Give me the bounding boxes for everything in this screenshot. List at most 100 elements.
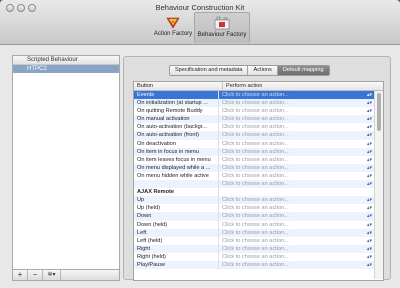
toolbar-behaviour-factory[interactable]: Behaviour Factory <box>194 12 250 43</box>
action-select-label: Click to choose an action... <box>222 100 289 107</box>
dropdown-arrows-icon: ▴▾ <box>366 108 372 115</box>
table-row[interactable]: Play/Pause Click to choose an action... ▴▾ <box>134 260 374 270</box>
remove-behaviour-button[interactable]: − <box>28 270 43 280</box>
action-select-label: Click to choose an action... <box>222 92 289 98</box>
button-name-cell: Play/Pause <box>134 260 219 270</box>
table-header: Button Perform action <box>134 82 383 91</box>
table-row[interactable]: On auto-activation (backgr... Click to ch… <box>134 123 374 132</box>
add-behaviour-button[interactable]: + <box>13 270 28 280</box>
action-select[interactable]: Click to choose an action... ▴▾ <box>219 91 374 99</box>
dropdown-arrows-icon: ▴▾ <box>366 213 372 220</box>
table-row[interactable]: On auto-activation (front) Click to choos… <box>134 131 374 140</box>
dropdown-arrows-icon: ▴▾ <box>366 132 372 139</box>
action-select-label: Click to choose an action... <box>222 140 289 147</box>
table-scrollbar[interactable] <box>374 91 383 279</box>
table-row[interactable]: Click to choose an action... ▴▾ <box>134 180 374 189</box>
table-row[interactable]: Right (held) Click to choose an action...… <box>134 252 374 261</box>
table-row[interactable]: On item in focus in menu Click to choose … <box>134 147 374 156</box>
button-name-cell: On initialization (at startup ... <box>134 99 219 108</box>
table-row[interactable]: Left (held) Click to choose an action... ▴… <box>134 236 374 245</box>
action-select[interactable]: Click to choose an action... ▴▾ <box>219 253 374 261</box>
behaviour-list-item[interactable]: HTPC2 <box>13 65 119 73</box>
dropdown-arrows-icon: ▴▾ <box>366 140 372 147</box>
mapping-table: Button Perform action Events Click to cho… <box>133 81 384 281</box>
dropdown-arrows-icon: ▴▾ <box>366 237 372 244</box>
action-select-label: Click to choose an action... <box>222 205 289 212</box>
button-name-cell: Up (held) <box>134 204 219 213</box>
action-select[interactable]: Click to choose an action... ▴▾ <box>219 245 374 253</box>
table-row[interactable]: Down (held) Click to choose an action... ▴… <box>134 220 374 229</box>
action-select[interactable]: Click to choose an action... ▴▾ <box>219 123 374 131</box>
table-row[interactable]: On deactivation Click to choose an action… <box>134 139 374 148</box>
table-row[interactable]: Up (held) Click to choose an action... ▴▾ <box>134 204 374 213</box>
table-row[interactable]: Right Click to choose an action... ▴▾ <box>134 244 374 253</box>
action-select[interactable]: Click to choose an action... ▴▾ <box>219 140 374 148</box>
action-select[interactable]: Click to choose an action... ▴▾ <box>219 212 374 220</box>
action-select-label: Click to choose an action... <box>222 221 289 228</box>
toolbar-behaviour-factory-label: Behaviour Factory <box>197 32 247 38</box>
dropdown-arrows-icon: ▴▾ <box>366 172 372 179</box>
table-row[interactable]: Events Click to choose an action... ▴▾ <box>134 91 374 100</box>
action-select-label: Click to choose an action... <box>222 213 289 220</box>
table-row[interactable]: Up Click to choose an action... ▴▾ <box>134 196 374 205</box>
dropdown-arrows-icon: ▴▾ <box>366 221 372 228</box>
button-name-cell: Left <box>134 228 219 237</box>
behaviour-factory-icon <box>214 16 230 30</box>
action-select-label: Click to choose an action... <box>222 245 289 252</box>
dropdown-arrows-icon: ▴▾ <box>366 181 372 188</box>
dropdown-arrows-icon: ▴▾ <box>366 197 372 204</box>
settings-menu-button[interactable]: ✲▾ <box>43 270 61 280</box>
action-select[interactable]: Click to choose an action... ▴▾ <box>219 131 374 139</box>
dropdown-arrows-icon: ▴▾ <box>366 229 372 236</box>
action-select[interactable]: Click to choose an action... ▴▾ <box>219 164 374 172</box>
button-name-cell: On menu displayed while a ... <box>134 163 219 172</box>
scrollbar-thumb[interactable] <box>377 93 381 131</box>
action-select[interactable]: Click to choose an action... ▴▾ <box>219 107 374 115</box>
action-select[interactable]: Click to choose an action... ▴▾ <box>219 261 374 269</box>
button-name-cell: Up <box>134 196 219 205</box>
dropdown-arrows-icon: ▴▾ <box>366 205 372 212</box>
button-name-cell: Left (held) <box>134 236 219 245</box>
dropdown-arrows-icon: ▴▾ <box>366 116 372 123</box>
table-row[interactable]: AJAX Remote <box>134 188 374 197</box>
table-row[interactable]: On quitting Remote Buddy Click to choose … <box>134 107 374 116</box>
column-header-action[interactable]: Perform action <box>223 82 262 90</box>
action-select[interactable]: Click to choose an action... ▴▾ <box>219 196 374 204</box>
action-select[interactable]: Click to choose an action... ▴▾ <box>219 148 374 156</box>
dropdown-arrows-icon: ▴▾ <box>366 148 372 155</box>
column-header-button[interactable]: Button <box>134 82 223 90</box>
tab-actions[interactable]: Actions <box>248 66 278 75</box>
action-select[interactable]: Click to choose an action... ▴▾ <box>219 221 374 229</box>
dropdown-arrows-icon: ▴▾ <box>366 156 372 163</box>
button-name-cell: Down <box>134 212 219 221</box>
table-row[interactable]: Down Click to choose an action... ▴▾ <box>134 212 374 221</box>
table-row[interactable]: On initialization (at startup ... Click t… <box>134 99 374 108</box>
action-select-label: Click to choose an action... <box>222 156 289 163</box>
behaviour-list-header: Scripted Behaviour <box>13 56 119 65</box>
table-row[interactable]: Left Click to choose an action... ▴▾ <box>134 228 374 237</box>
button-name-cell: On quitting Remote Buddy <box>134 107 219 116</box>
action-select[interactable]: Click to choose an action... ▴▾ <box>219 180 374 188</box>
toolbar-action-factory[interactable]: A Action Factory <box>145 12 201 43</box>
action-select[interactable]: Click to choose an action... ▴▾ <box>219 172 374 180</box>
toolbar-action-factory-label: Action Factory <box>153 31 193 37</box>
action-select[interactable]: Click to choose an action... ▴▾ <box>219 115 374 123</box>
dropdown-arrows-icon: ▴▾ <box>366 253 372 260</box>
tab-specification[interactable]: Specification and metadata <box>170 66 249 75</box>
action-select[interactable]: Click to choose an action... ▴▾ <box>219 237 374 245</box>
table-row[interactable]: On menu hidden while active Click to choo… <box>134 171 374 181</box>
button-name-cell: Right (held) <box>134 252 219 261</box>
table-row[interactable]: On menu displayed while a ... Click to ch… <box>134 163 374 172</box>
action-select[interactable]: Click to choose an action... ▴▾ <box>219 99 374 107</box>
action-select[interactable]: Click to choose an action... ▴▾ <box>219 229 374 237</box>
button-name-cell: On auto-activation (front) <box>134 131 219 140</box>
action-select[interactable]: Click to choose an action... ▴▾ <box>219 156 374 164</box>
sidebar-button-bar: + − ✲▾ <box>12 269 120 281</box>
behaviour-list[interactable]: Scripted Behaviour HTPC2 <box>12 55 120 270</box>
table-row[interactable]: On manual activation Click to choose an a… <box>134 115 374 124</box>
button-name-cell <box>134 180 219 189</box>
action-select[interactable]: Click to choose an action... ▴▾ <box>219 204 374 212</box>
tab-default-mapping[interactable]: Default mapping <box>277 66 329 75</box>
table-row[interactable]: On item leaves focus in menu Click to cho… <box>134 155 374 164</box>
action-factory-icon: A <box>166 17 180 29</box>
